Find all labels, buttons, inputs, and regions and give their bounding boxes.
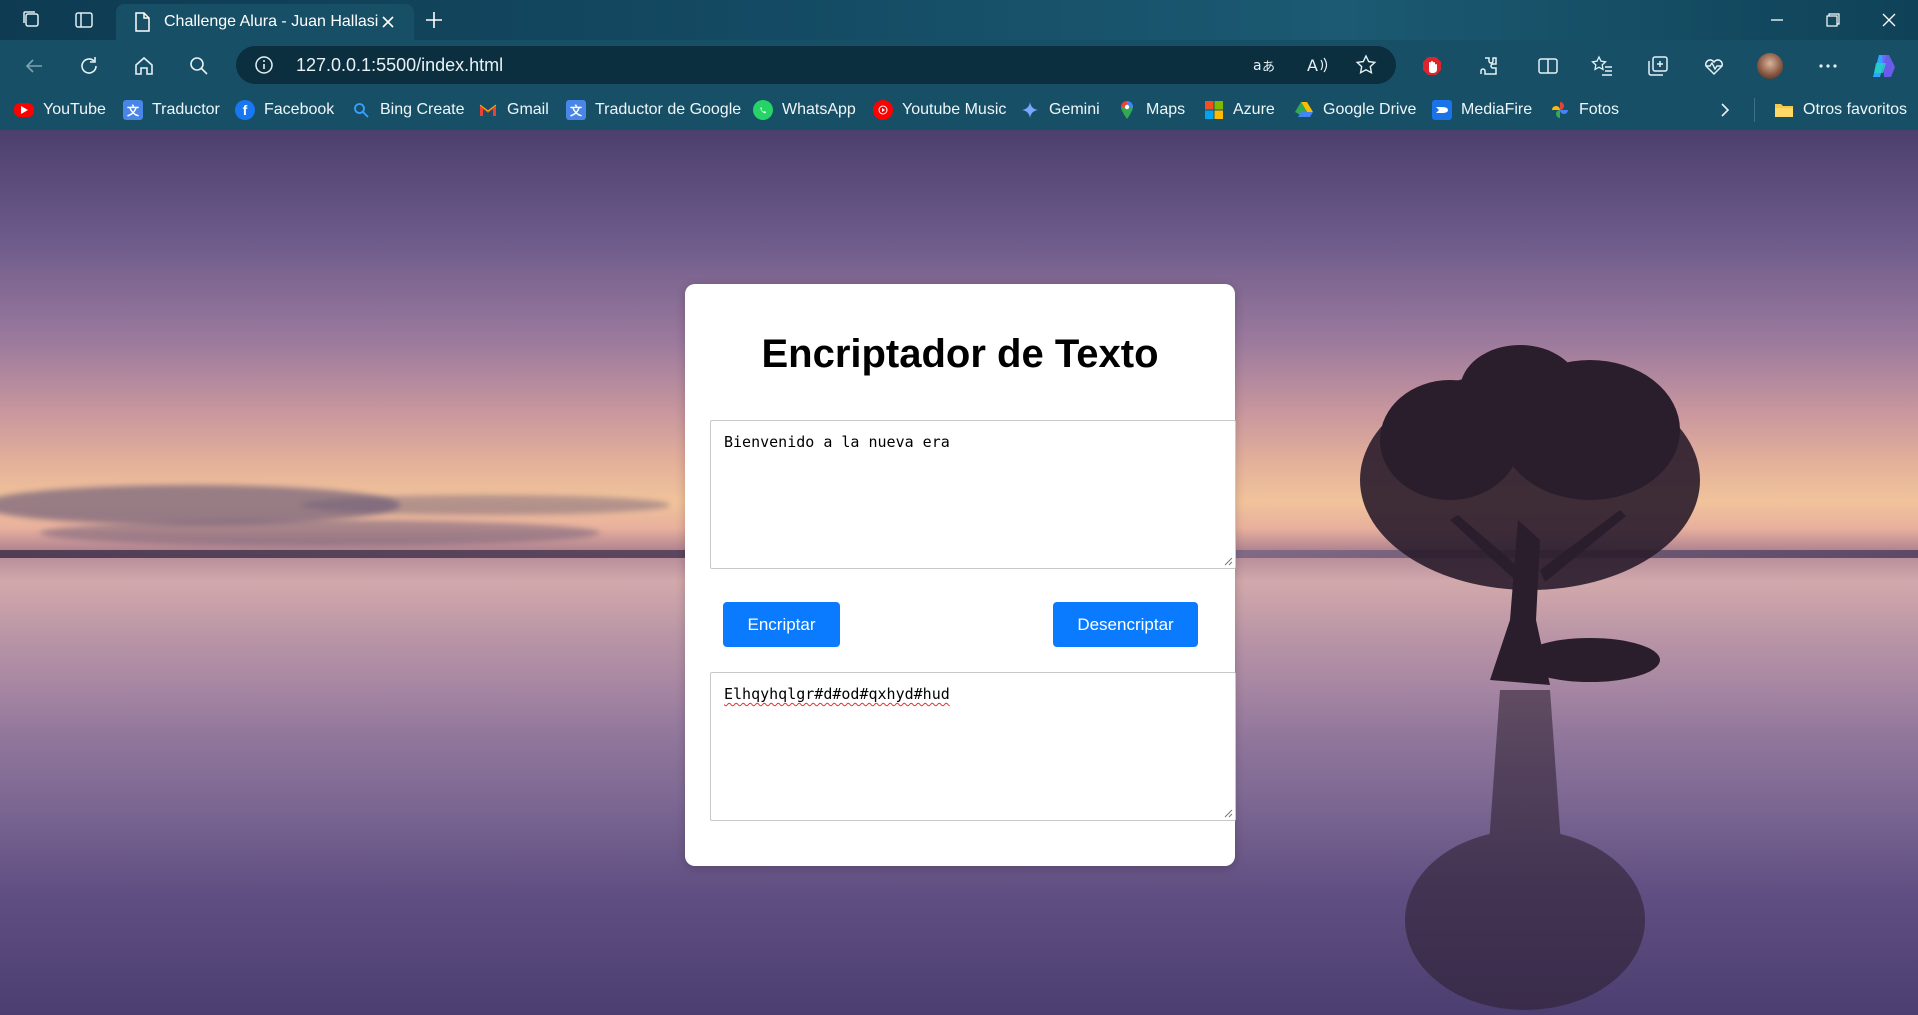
bookmark-google-drive[interactable]: Google Drive xyxy=(1294,98,1416,122)
tree-silhouette xyxy=(1360,345,1700,1010)
workspaces-icon[interactable] xyxy=(20,8,44,32)
bookmark-label: Facebook xyxy=(264,101,335,118)
bookmark-gmail[interactable]: Gmail xyxy=(478,98,549,122)
bookmark-otros-favoritos[interactable]: Otros favoritos xyxy=(1774,98,1907,122)
favorite-star-icon[interactable] xyxy=(1354,53,1378,77)
output-text: Elhqyhqlgr#d#od#qxhyd#hud xyxy=(724,685,950,703)
bookmark-traductor-de-google[interactable]: 文 Traductor de Google xyxy=(566,98,741,122)
minimize-icon[interactable] xyxy=(1754,6,1800,34)
page-background: Encriptador de Texto Bienvenido a la nue… xyxy=(0,130,1918,1015)
bookmark-maps[interactable]: Maps xyxy=(1117,98,1185,122)
bookmark-label: Fotos xyxy=(1579,101,1620,118)
bookmark-label: Gemini xyxy=(1049,101,1100,118)
profile-avatar[interactable] xyxy=(1756,52,1784,80)
bookmark-label: Google Drive xyxy=(1323,101,1417,118)
browser-essentials-icon[interactable] xyxy=(1700,52,1728,80)
tab-title: Challenge Alura - Juan Hallasi xyxy=(164,13,379,30)
folder-icon xyxy=(1774,100,1794,120)
resize-grip-icon[interactable] xyxy=(1223,808,1233,818)
restore-icon[interactable] xyxy=(1810,6,1856,34)
youtube-icon xyxy=(14,103,34,117)
bookmark-facebook[interactable]: f Facebook xyxy=(235,98,334,122)
bookmark-label: Traductor xyxy=(152,101,220,118)
whatsapp-icon xyxy=(753,100,773,120)
page-title: Encriptador de Texto xyxy=(761,332,1159,376)
svg-text:あ: あ xyxy=(1262,60,1275,75)
bookmark-label: Azure xyxy=(1233,101,1275,118)
bookmark-label: Otros favoritos xyxy=(1803,101,1908,118)
url-text[interactable]: 127.0.0.1:5500/index.html xyxy=(296,55,503,76)
cloud xyxy=(300,495,670,515)
bookmark-youtube-music[interactable]: Youtube Music xyxy=(873,98,1006,122)
copilot-icon[interactable] xyxy=(1870,52,1898,80)
svg-text:a: a xyxy=(1253,58,1262,74)
bookmark-label: Traductor de Google xyxy=(595,101,742,118)
bookmark-label: Gmail xyxy=(507,101,549,118)
mediafire-icon xyxy=(1432,100,1452,120)
bookmark-whatsapp[interactable]: WhatsApp xyxy=(753,98,856,122)
new-tab-icon[interactable] xyxy=(422,8,446,32)
microsoft-icon xyxy=(1204,100,1224,120)
collections-icon[interactable] xyxy=(1644,52,1672,80)
favorites-icon[interactable] xyxy=(1588,52,1616,80)
tab-bar: Challenge Alura - Juan Hallasi xyxy=(0,0,1918,40)
read-aloud-icon[interactable]: A xyxy=(1306,53,1330,77)
bookmark-label: Bing Create xyxy=(380,101,465,118)
cloud xyxy=(40,520,600,546)
translate-icon: 文 xyxy=(566,100,586,120)
tab-actions-icon[interactable] xyxy=(72,8,96,32)
home-icon[interactable] xyxy=(130,52,158,80)
back-icon[interactable] xyxy=(20,52,48,80)
extensions-icon[interactable] xyxy=(1474,52,1502,80)
resize-grip-icon[interactable] xyxy=(1223,556,1233,566)
bookmark-label: Maps xyxy=(1146,101,1186,118)
translate-icon: 文 xyxy=(123,100,143,120)
bookmark-azure[interactable]: Azure xyxy=(1204,98,1275,122)
input-textarea[interactable]: Bienvenido a la nueva era xyxy=(710,420,1236,569)
bookmark-bing-create[interactable]: Bing Create xyxy=(351,98,465,122)
chevron-right-icon[interactable] xyxy=(1718,98,1732,122)
decrypt-button[interactable]: Desencriptar xyxy=(1053,602,1198,647)
input-text: Bienvenido a la nueva era xyxy=(724,433,950,451)
bookmark-traductor[interactable]: 文 Traductor xyxy=(123,98,220,122)
refresh-icon[interactable] xyxy=(75,52,103,80)
more-options-icon[interactable] xyxy=(1814,52,1842,80)
bookmark-label: Youtube Music xyxy=(902,101,1007,118)
close-window-icon[interactable] xyxy=(1866,6,1912,34)
site-info-icon[interactable] xyxy=(252,53,276,77)
bookmark-youtube[interactable]: YouTube xyxy=(14,98,106,122)
bookmark-label: MediaFire xyxy=(1461,101,1533,118)
page-icon xyxy=(130,10,154,34)
bookmarks-divider xyxy=(1754,98,1755,122)
photos-icon xyxy=(1550,100,1570,120)
bookmark-mediafire[interactable]: MediaFire xyxy=(1432,98,1532,122)
encrypt-button[interactable]: Encriptar xyxy=(723,602,840,647)
encryptor-card: Encriptador de Texto Bienvenido a la nue… xyxy=(685,284,1236,866)
search-icon[interactable] xyxy=(185,52,213,80)
output-textarea[interactable]: Elhqyhqlgr#d#od#qxhyd#hud xyxy=(710,672,1236,821)
maps-icon xyxy=(1117,100,1137,120)
svg-text:A: A xyxy=(1307,56,1318,75)
gmail-icon xyxy=(478,100,498,120)
close-tab-icon[interactable] xyxy=(376,10,400,34)
facebook-icon: f xyxy=(235,100,255,120)
bookmark-fotos[interactable]: Fotos xyxy=(1550,98,1619,122)
translate-page-icon[interactable]: aあ xyxy=(1252,53,1276,77)
gemini-icon xyxy=(1020,100,1040,120)
bookmarks-bar: YouTube 文 Traductor f Facebook Bing Crea… xyxy=(0,90,1918,130)
search-icon xyxy=(351,100,371,120)
youtube-music-icon xyxy=(873,100,893,120)
bookmark-gemini[interactable]: Gemini xyxy=(1020,98,1100,122)
bookmark-label: WhatsApp xyxy=(782,101,856,118)
adblock-extension-icon[interactable] xyxy=(1418,52,1446,80)
navigation-bar: 127.0.0.1:5500/index.html aあ A xyxy=(0,40,1918,90)
active-tab[interactable]: Challenge Alura - Juan Hallasi xyxy=(116,4,414,40)
bookmark-label: YouTube xyxy=(43,101,106,118)
google-drive-icon xyxy=(1294,100,1314,120)
address-bar[interactable]: 127.0.0.1:5500/index.html aあ A xyxy=(236,46,1396,84)
split-screen-icon[interactable] xyxy=(1534,52,1562,80)
